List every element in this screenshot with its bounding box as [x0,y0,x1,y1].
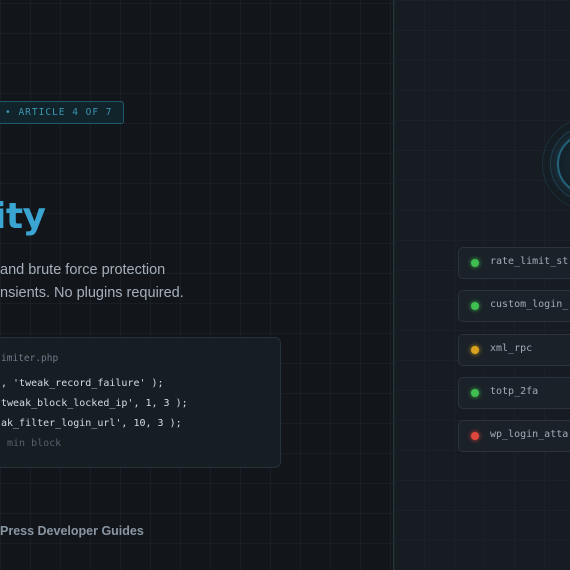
series-footer: Press Developer Guides [0,524,144,538]
status-label: totp_2fa [490,386,539,397]
subtitle-line: and brute force protection [0,262,166,278]
code-line: ak_filter_login_url', 10, 3 ); [1,418,182,429]
status-label: xml_rpc [490,343,533,354]
status-error-icon [471,432,479,440]
code-line: , 'tweak_record_failure' ); [1,378,164,389]
status-item-rate-limit: rate_limit_st [458,247,570,279]
status-label: rate_limit_st [490,256,569,267]
article-subtitle: and brute force protection nsients. No p… [0,259,184,305]
article-panel: • ARTICLE 4 OF 7 ity and brute force pro… [0,0,394,570]
status-label: wp_login_atta [490,429,569,440]
article-series-badge: • ARTICLE 4 OF 7 [0,101,124,124]
code-comment: min block [7,438,62,449]
subtitle-line: nsients. No plugins required. [0,285,184,301]
code-snippet: imiter.php , 'tweak_record_failure' ); t… [0,337,281,468]
status-item-custom-login: custom_login_ [458,290,570,322]
security-status-panel: rate_limit_st custom_login_ xml_rpc totp… [394,0,570,570]
status-item-wp-login-attempts: wp_login_atta [458,420,570,452]
status-label: custom_login_ [490,299,569,310]
status-item-totp-2fa: totp_2fa [458,377,570,409]
article-title: ity [0,196,46,237]
status-ok-icon [471,389,479,397]
status-item-xml-rpc: xml_rpc [458,334,570,366]
status-warning-icon [471,346,479,354]
status-ok-icon [471,302,479,310]
code-line: tweak_block_locked_ip', 1, 3 ); [1,398,188,409]
status-ok-icon [471,259,479,267]
code-filename: imiter.php [1,353,59,364]
